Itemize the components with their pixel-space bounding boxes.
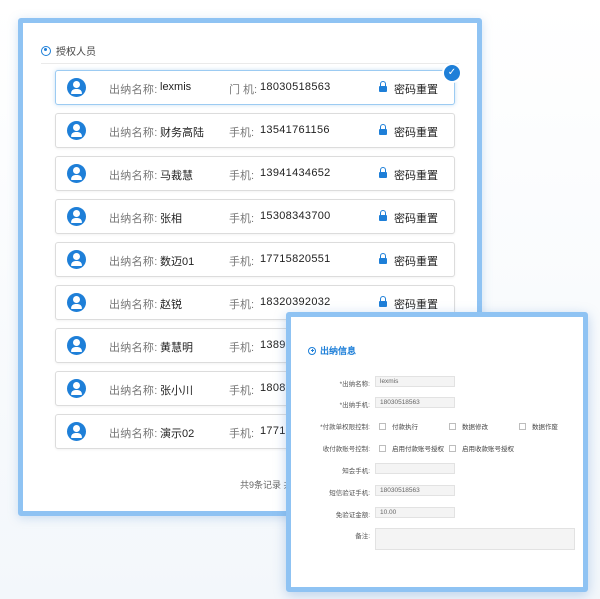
- notify-phone-field[interactable]: [375, 463, 455, 474]
- add-circle-icon: [308, 346, 316, 355]
- reset-password-link[interactable]: 密码重置: [394, 296, 438, 312]
- checkbox-icon: [519, 422, 526, 430]
- divider: [41, 63, 459, 64]
- cashier-phone: 13941434652: [260, 167, 331, 179]
- avatar-icon: [67, 164, 86, 183]
- checkbox-icon: [449, 444, 456, 452]
- name-label: 出纳名称:: [109, 170, 158, 182]
- notify-phone-label: 知会手机:: [342, 468, 370, 475]
- section-header: 授权人员: [41, 43, 96, 58]
- user-icon: [41, 45, 51, 56]
- name-label: 出纳名称:: [109, 256, 158, 268]
- cashier-name: 财务高陆: [160, 127, 204, 139]
- phone-label: 手机:: [229, 127, 255, 139]
- cashier-row[interactable]: 出纳名称: 张相 手机: 15308343700 密码重置: [55, 199, 455, 234]
- reset-password-link[interactable]: 密码重置: [394, 253, 438, 269]
- remark-label: 备注:: [355, 533, 370, 540]
- cashier-name: 赵锐: [160, 299, 182, 311]
- cashier-phone: 18320392032: [260, 296, 331, 308]
- cashier-name: 马裁慧: [160, 170, 193, 182]
- cashier-row[interactable]: 出纳名称: 财务高陆 手机: 13541761156 密码重置: [55, 113, 455, 148]
- avatar-icon: [67, 78, 86, 97]
- data-void-label: 数据作废: [532, 424, 558, 431]
- phone-label: 手机:: [229, 213, 255, 225]
- checkbox-icon: [379, 422, 386, 430]
- exempt-amount-field[interactable]: [375, 507, 455, 518]
- cashier-row[interactable]: 出纳名称: 马裁慧 手机: 13941434652 密码重置: [55, 156, 455, 191]
- pay-account-auth-checkbox[interactable]: 启用付款账号授权: [379, 443, 444, 453]
- avatar-icon: [67, 379, 86, 398]
- cashier-name: lexmis: [160, 81, 192, 93]
- cashier-name: 黄慧明: [160, 342, 193, 354]
- lock-icon: [379, 81, 387, 92]
- info-title-text: 出纳信息: [320, 346, 357, 356]
- lock-icon: [379, 296, 387, 307]
- sms-phone-label: 短信验证手机:: [329, 490, 370, 497]
- lock-icon: [379, 210, 387, 221]
- phone-field-label: *出纳手机:: [339, 402, 370, 409]
- name-label: 出纳名称:: [109, 428, 158, 440]
- avatar-icon: [67, 121, 86, 140]
- avatar-icon: [67, 336, 86, 355]
- lock-icon: [379, 124, 387, 135]
- pay-permission-label: *付款单权限控制:: [320, 424, 370, 431]
- name-field[interactable]: [375, 376, 455, 387]
- avatar-icon: [67, 422, 86, 441]
- name-label: 出纳名称:: [109, 84, 158, 96]
- data-modify-checkbox[interactable]: 数据修改: [449, 421, 488, 431]
- cashier-info-panel: 出纳信息 *出纳名称: *出纳手机: *付款单权限控制: 付款执行 数据修改 数…: [286, 312, 588, 592]
- avatar-icon: [67, 207, 86, 226]
- phone-field[interactable]: [375, 397, 455, 408]
- name-label: 出纳名称:: [109, 127, 158, 139]
- cashier-name: 张相: [160, 213, 182, 225]
- pay-execute-label: 付款执行: [392, 424, 418, 431]
- name-label: 出纳名称:: [109, 299, 158, 311]
- name-label: 出纳名称:: [109, 342, 158, 354]
- section-title: 授权人员: [56, 47, 96, 58]
- name-label: 出纳名称:: [109, 213, 158, 225]
- lock-icon: [379, 167, 387, 178]
- pay-account-auth-label: 启用付款账号授权: [392, 446, 444, 453]
- cashier-phone: 18030518563: [260, 81, 331, 93]
- phone-label: 手机:: [229, 428, 255, 440]
- reset-password-link[interactable]: 密码重置: [394, 124, 438, 140]
- name-field-label: *出纳名称:: [339, 381, 370, 388]
- checkbox-icon: [449, 422, 456, 430]
- data-modify-label: 数据修改: [462, 424, 488, 431]
- account-control-label: 收付款账号控制:: [322, 446, 370, 453]
- name-label: 出纳名称:: [109, 385, 158, 397]
- check-icon: ✓: [442, 63, 462, 83]
- sms-phone-field[interactable]: [375, 485, 455, 496]
- cashier-phone: 17715820551: [260, 253, 331, 265]
- info-title: 出纳信息: [308, 344, 356, 357]
- phone-label: 手机:: [229, 385, 255, 397]
- cashier-name: 数迈01: [160, 256, 195, 268]
- lock-icon: [379, 253, 387, 264]
- checkbox-icon: [379, 444, 386, 452]
- exempt-amount-label: 免验证金额:: [335, 512, 370, 519]
- phone-label: 门 机:: [229, 84, 258, 96]
- data-void-checkbox[interactable]: 数据作废: [519, 421, 558, 431]
- receive-account-auth-checkbox[interactable]: 启用收款账号授权: [449, 443, 514, 453]
- phone-label: 手机:: [229, 342, 255, 354]
- pagination-summary: 共9条记录 共: [240, 480, 293, 490]
- phone-label: 手机:: [229, 256, 255, 268]
- phone-label: 手机:: [229, 170, 255, 182]
- avatar-icon: [67, 250, 86, 269]
- cashier-name: 演示02: [160, 428, 195, 440]
- cashier-name: 张小川: [160, 385, 193, 397]
- pay-execute-checkbox[interactable]: 付款执行: [379, 421, 418, 431]
- receive-account-auth-label: 启用收款账号授权: [462, 446, 514, 453]
- cashier-row[interactable]: 出纳名称: 数迈01 手机: 17715820551 密码重置: [55, 242, 455, 277]
- remark-field[interactable]: [375, 528, 575, 550]
- reset-password-link[interactable]: 密码重置: [394, 167, 438, 183]
- cashier-phone: 15308343700: [260, 210, 331, 222]
- reset-password-link[interactable]: 密码重置: [394, 210, 438, 226]
- reset-password-link[interactable]: 密码重置: [394, 81, 438, 97]
- cashier-row[interactable]: 出纳名称: lexmis 门 机: 18030518563 密码重置 ✓: [55, 63, 462, 105]
- phone-label: 手机:: [229, 299, 255, 311]
- cashier-phone: 13541761156: [260, 124, 330, 136]
- avatar-icon: [67, 293, 86, 312]
